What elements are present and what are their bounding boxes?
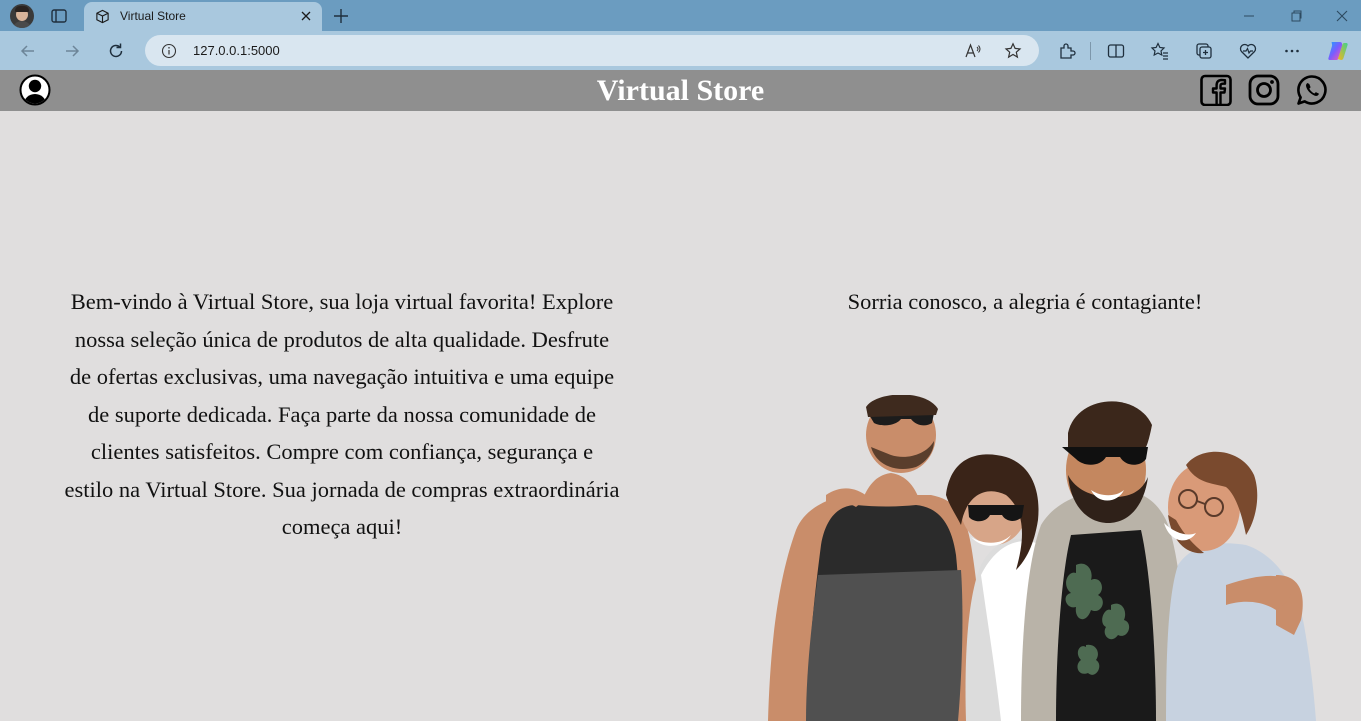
toolbar-divider bbox=[1090, 42, 1091, 60]
instagram-icon[interactable] bbox=[1248, 74, 1280, 106]
site-title: Virtual Store bbox=[596, 74, 765, 107]
site-header: Virtual Store bbox=[0, 70, 1361, 111]
person-center bbox=[1021, 401, 1188, 721]
facebook-icon[interactable] bbox=[1200, 74, 1232, 106]
favorite-star-icon[interactable] bbox=[1004, 42, 1022, 60]
extensions-icon[interactable] bbox=[1057, 41, 1077, 61]
close-icon[interactable] bbox=[298, 8, 314, 24]
restore-icon[interactable] bbox=[1288, 8, 1304, 24]
browser-essentials-icon[interactable] bbox=[1238, 41, 1258, 61]
tab-title: Virtual Store bbox=[120, 9, 186, 23]
url-text[interactable]: 127.0.0.1:5000 bbox=[193, 43, 280, 58]
favorites-icon[interactable] bbox=[1150, 41, 1170, 61]
minimize-icon[interactable] bbox=[1241, 8, 1257, 24]
whatsapp-icon[interactable] bbox=[1296, 74, 1328, 106]
browser-toolbar: 127.0.0.1:5000 bbox=[0, 31, 1361, 70]
new-tab-icon[interactable] bbox=[331, 6, 351, 26]
window-close-icon[interactable] bbox=[1334, 8, 1350, 24]
back-icon[interactable] bbox=[18, 41, 38, 61]
info-icon[interactable] bbox=[161, 43, 177, 59]
forward-icon[interactable] bbox=[62, 41, 82, 61]
refresh-icon[interactable] bbox=[106, 41, 126, 61]
split-screen-icon[interactable] bbox=[1106, 41, 1126, 61]
browser-titlebar: Virtual Store bbox=[0, 0, 1361, 31]
friends-photo bbox=[768, 395, 1316, 721]
read-aloud-icon[interactable] bbox=[964, 42, 982, 60]
workspaces-icon[interactable] bbox=[50, 7, 68, 25]
address-bar[interactable]: 127.0.0.1:5000 bbox=[145, 35, 1039, 66]
tab-virtual-store[interactable]: Virtual Store bbox=[84, 2, 322, 31]
welcome-text: Bem-vindo à Virtual Store, sua loja virt… bbox=[64, 289, 620, 539]
more-options-icon[interactable] bbox=[1282, 41, 1302, 61]
cube-icon bbox=[96, 9, 109, 24]
user-icon[interactable] bbox=[19, 74, 51, 106]
person-left bbox=[768, 395, 988, 721]
tagline-text: Sorria conosco, a alegria é contagiante! bbox=[847, 289, 1203, 314]
collections-icon[interactable] bbox=[1194, 41, 1214, 61]
copilot-icon[interactable] bbox=[1326, 39, 1350, 63]
profile-avatar[interactable] bbox=[10, 4, 34, 28]
